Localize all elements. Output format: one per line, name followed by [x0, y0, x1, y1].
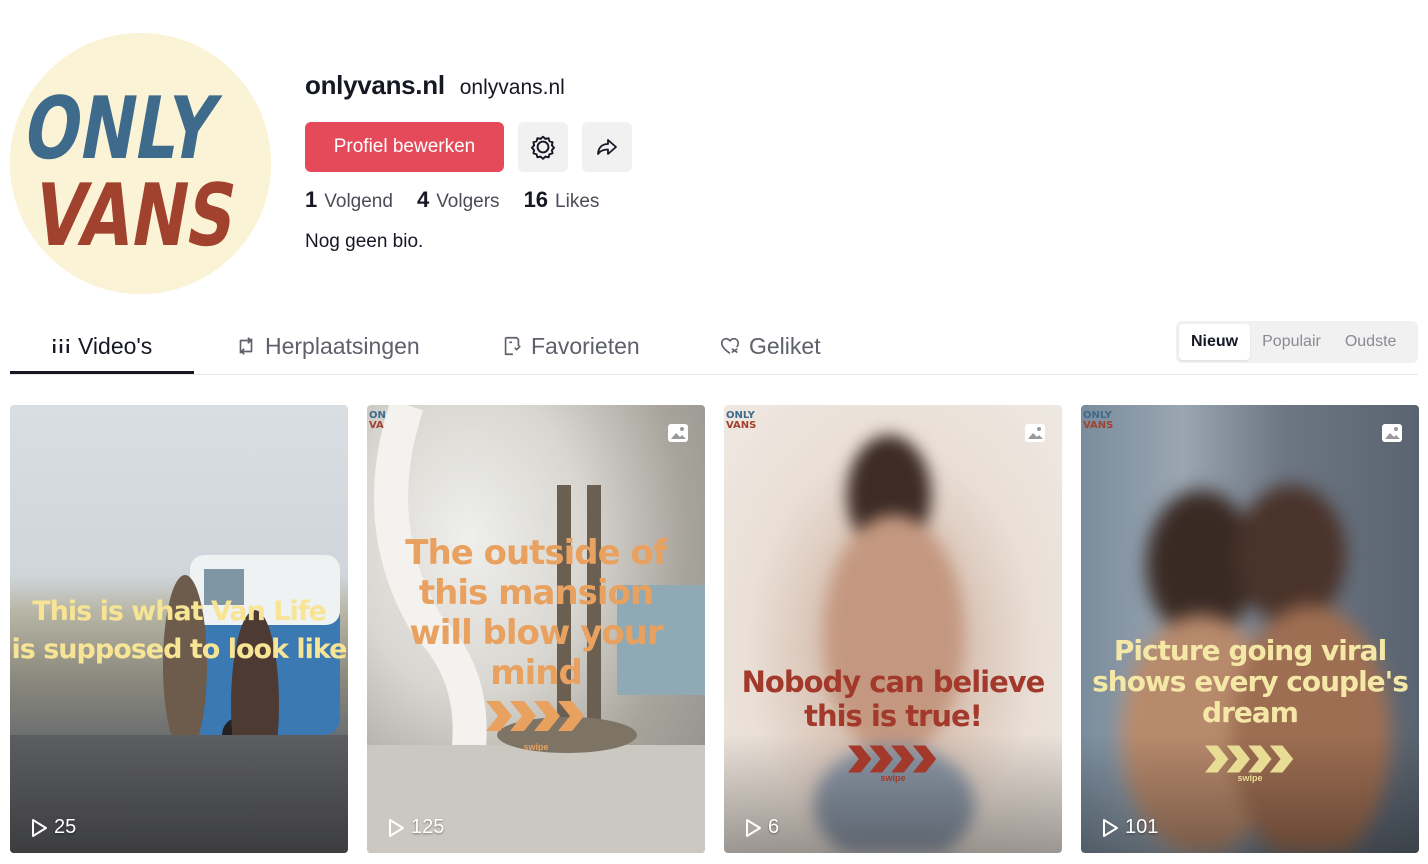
profile-stats: 1 Volgend 4 Volgers 16 Likes [305, 187, 632, 213]
profile-actions: Profiel bewerken [305, 122, 632, 172]
profile-info: onlyvans.nl onlyvans.nl Profiel bewerken… [305, 70, 632, 253]
avatar-logo-bottom: VANS [27, 167, 244, 266]
chevrons-icon [848, 745, 937, 773]
swipe-label: swipe [880, 773, 906, 783]
followers-label: Volgers [436, 191, 500, 212]
view-count: 6 [744, 816, 779, 839]
likes-count: 16 [523, 187, 549, 212]
avatar-logo-top: ONLY [17, 80, 225, 179]
tab-liked[interactable]: Geliket [719, 318, 821, 374]
gear-icon [530, 135, 556, 160]
profile-nickname: onlyvans.nl [459, 76, 565, 99]
profile-avatar[interactable]: ONLY VANS [10, 33, 271, 294]
play-icon [389, 818, 404, 837]
video-caption: Nobody can believe this is true! [741, 665, 1046, 733]
tab-videos-label: Video's [78, 332, 153, 359]
tab-reposts[interactable]: Herplaatsingen [235, 318, 420, 374]
play-icon [32, 818, 47, 837]
swipe-label: swipe [1237, 773, 1263, 783]
view-count-value: 6 [768, 816, 780, 838]
edit-profile-button[interactable]: Profiel bewerken [305, 122, 504, 172]
tab-videos[interactable]: Video's [52, 318, 152, 374]
grid-icon [53, 339, 69, 353]
view-count: 101 [1101, 816, 1158, 839]
followers-count: 4 [416, 187, 430, 212]
play-icon [1103, 818, 1118, 837]
swipe-arrows [1081, 745, 1419, 773]
view-count: 25 [30, 816, 76, 839]
likes-stat: 16 Likes [524, 187, 600, 213]
chevrons-icon [1205, 745, 1294, 773]
swipe-arrows [367, 701, 705, 731]
view-count-value: 125 [411, 816, 445, 838]
video-card[interactable]: ON VA The outside of this mansion will b… [367, 405, 705, 853]
followers-stat[interactable]: 4 Volgers [417, 187, 500, 213]
video-caption: The outside of this mansion will blow yo… [405, 533, 667, 693]
sort-newest-button[interactable]: Nieuw [1179, 324, 1251, 360]
following-stat[interactable]: 1 Volgend [305, 187, 393, 213]
chevrons-icon [486, 701, 584, 731]
share-icon [597, 139, 617, 155]
following-count: 1 [305, 187, 318, 212]
sort-toggle: Nieuw Populair Oudste [1176, 321, 1418, 363]
tab-liked-label: Geliket [749, 332, 821, 359]
onlyvans-watermark-logo: ON VA [369, 410, 386, 431]
profile-username: onlyvans.nl [305, 70, 445, 100]
tab-favorites[interactable]: Favorieten [501, 318, 640, 374]
content-tabs: Video's Herplaatsingen Favorieten Gelike… [10, 318, 1418, 375]
sort-popular-button[interactable]: Populair [1250, 324, 1333, 360]
video-grid: This is what Van Life is supposed to loo… [10, 405, 1419, 853]
tab-favorites-label: Favorieten [531, 332, 640, 359]
settings-button[interactable] [518, 122, 568, 172]
tab-reposts-label: Herplaatsingen [265, 332, 420, 359]
video-card[interactable]: ONLY VANS Picture going viral shows ever… [1081, 405, 1419, 853]
view-count: 125 [387, 816, 444, 839]
video-caption: This is what Van Life is supposed to loo… [11, 596, 348, 665]
bookmark-icon [504, 336, 521, 356]
share-button[interactable] [582, 122, 632, 172]
following-label: Volgend [324, 191, 393, 212]
likes-label: Likes [555, 191, 600, 212]
onlyvans-watermark-logo: ONLY VANS [726, 410, 757, 431]
onlyvans-logo: ONLY VANS [10, 33, 271, 294]
view-count-value: 25 [54, 816, 77, 838]
name-row: onlyvans.nl onlyvans.nl [305, 70, 632, 108]
photo-icon [1382, 424, 1402, 442]
view-count-value: 101 [1125, 816, 1159, 838]
swipe-arrows [724, 745, 1062, 773]
heart-icon [720, 337, 740, 355]
onlyvans-watermark-logo: ONLY VANS [1083, 410, 1114, 431]
swipe-label: swipe [523, 742, 549, 752]
photo-icon [1025, 424, 1045, 442]
profile-bio: Nog geen bio. [305, 231, 424, 252]
video-card[interactable]: This is what Van Life is supposed to loo… [10, 405, 348, 853]
video-caption: Picture going viral shows every couple's… [1092, 634, 1409, 729]
repost-icon [239, 337, 253, 355]
sort-oldest-button[interactable]: Oudste [1333, 324, 1409, 360]
active-tab-indicator [10, 371, 194, 374]
play-icon [746, 818, 761, 837]
photo-icon [668, 424, 688, 442]
video-card[interactable]: ONLY VANS Nobody can believe this is tru… [724, 405, 1062, 853]
